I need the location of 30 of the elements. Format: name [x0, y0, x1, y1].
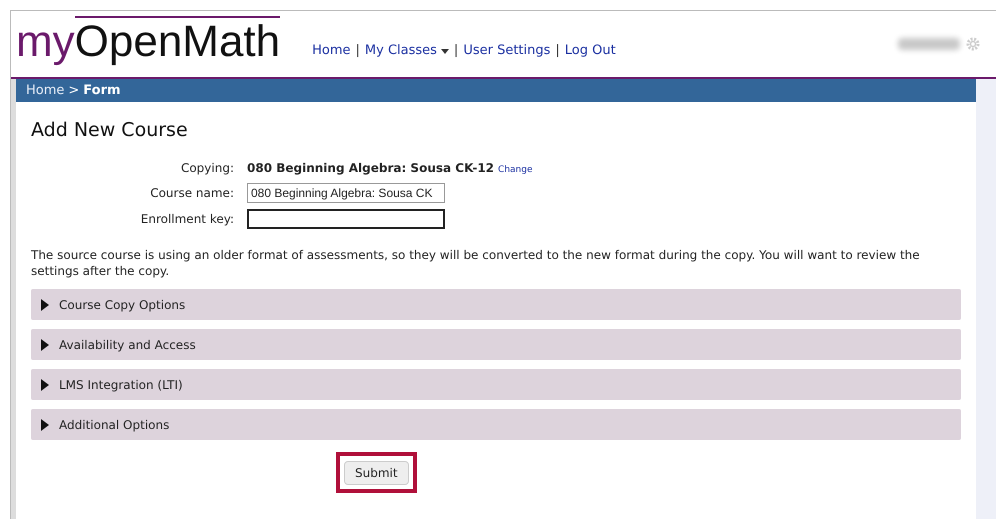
enrollment-key-field[interactable]: [247, 209, 445, 229]
separator-text: >: [68, 82, 80, 100]
nav-link[interactable]: Home: [312, 41, 351, 61]
separator-text: |: [454, 42, 458, 60]
field-label: Enrollment key:: [140, 211, 234, 228]
submit-button[interactable]: Submit: [344, 461, 409, 485]
current-page-text: Form: [83, 82, 121, 100]
copying-value: 080 Beginning Algebra: Sousa CK-12: [247, 160, 494, 176]
page-heading: Add New Course: [31, 118, 189, 143]
triangle-right-icon: [40, 378, 49, 390]
nav-link[interactable]: User Settings: [463, 41, 550, 61]
logo[interactable]: myOpenMath: [16, 16, 280, 64]
triangle-right-icon: [40, 298, 49, 310]
separator-text: |: [555, 42, 560, 60]
field-label: Course name:: [149, 185, 234, 202]
change-link[interactable]: Change: [498, 164, 532, 177]
triangle-right-icon: [40, 338, 49, 350]
course-name-field[interactable]: 080 Beginning Algebra: Sousa CK: [247, 183, 445, 203]
notice-text: The source course is using an older format of assessments, so they will be converted to the new format during the copy. You will want to review the settings after the copy.: [31, 247, 921, 279]
separator-text: |: [356, 42, 360, 60]
breadcrumb-link[interactable]: Home: [26, 80, 64, 100]
nav-link[interactable]: Log Out: [564, 41, 616, 61]
nav-link[interactable]: My Classes: [364, 41, 449, 61]
redacted-name: [898, 38, 960, 50]
field-label: Copying:: [180, 160, 234, 177]
triangle-right-icon: [40, 418, 49, 430]
section-header[interactable]: Availability and Access: [31, 329, 961, 360]
section-header[interactable]: Additional Options: [31, 409, 961, 440]
section-header[interactable]: LMS Integration (LTI): [31, 369, 961, 400]
section-header[interactable]: Course Copy Options: [31, 289, 961, 320]
